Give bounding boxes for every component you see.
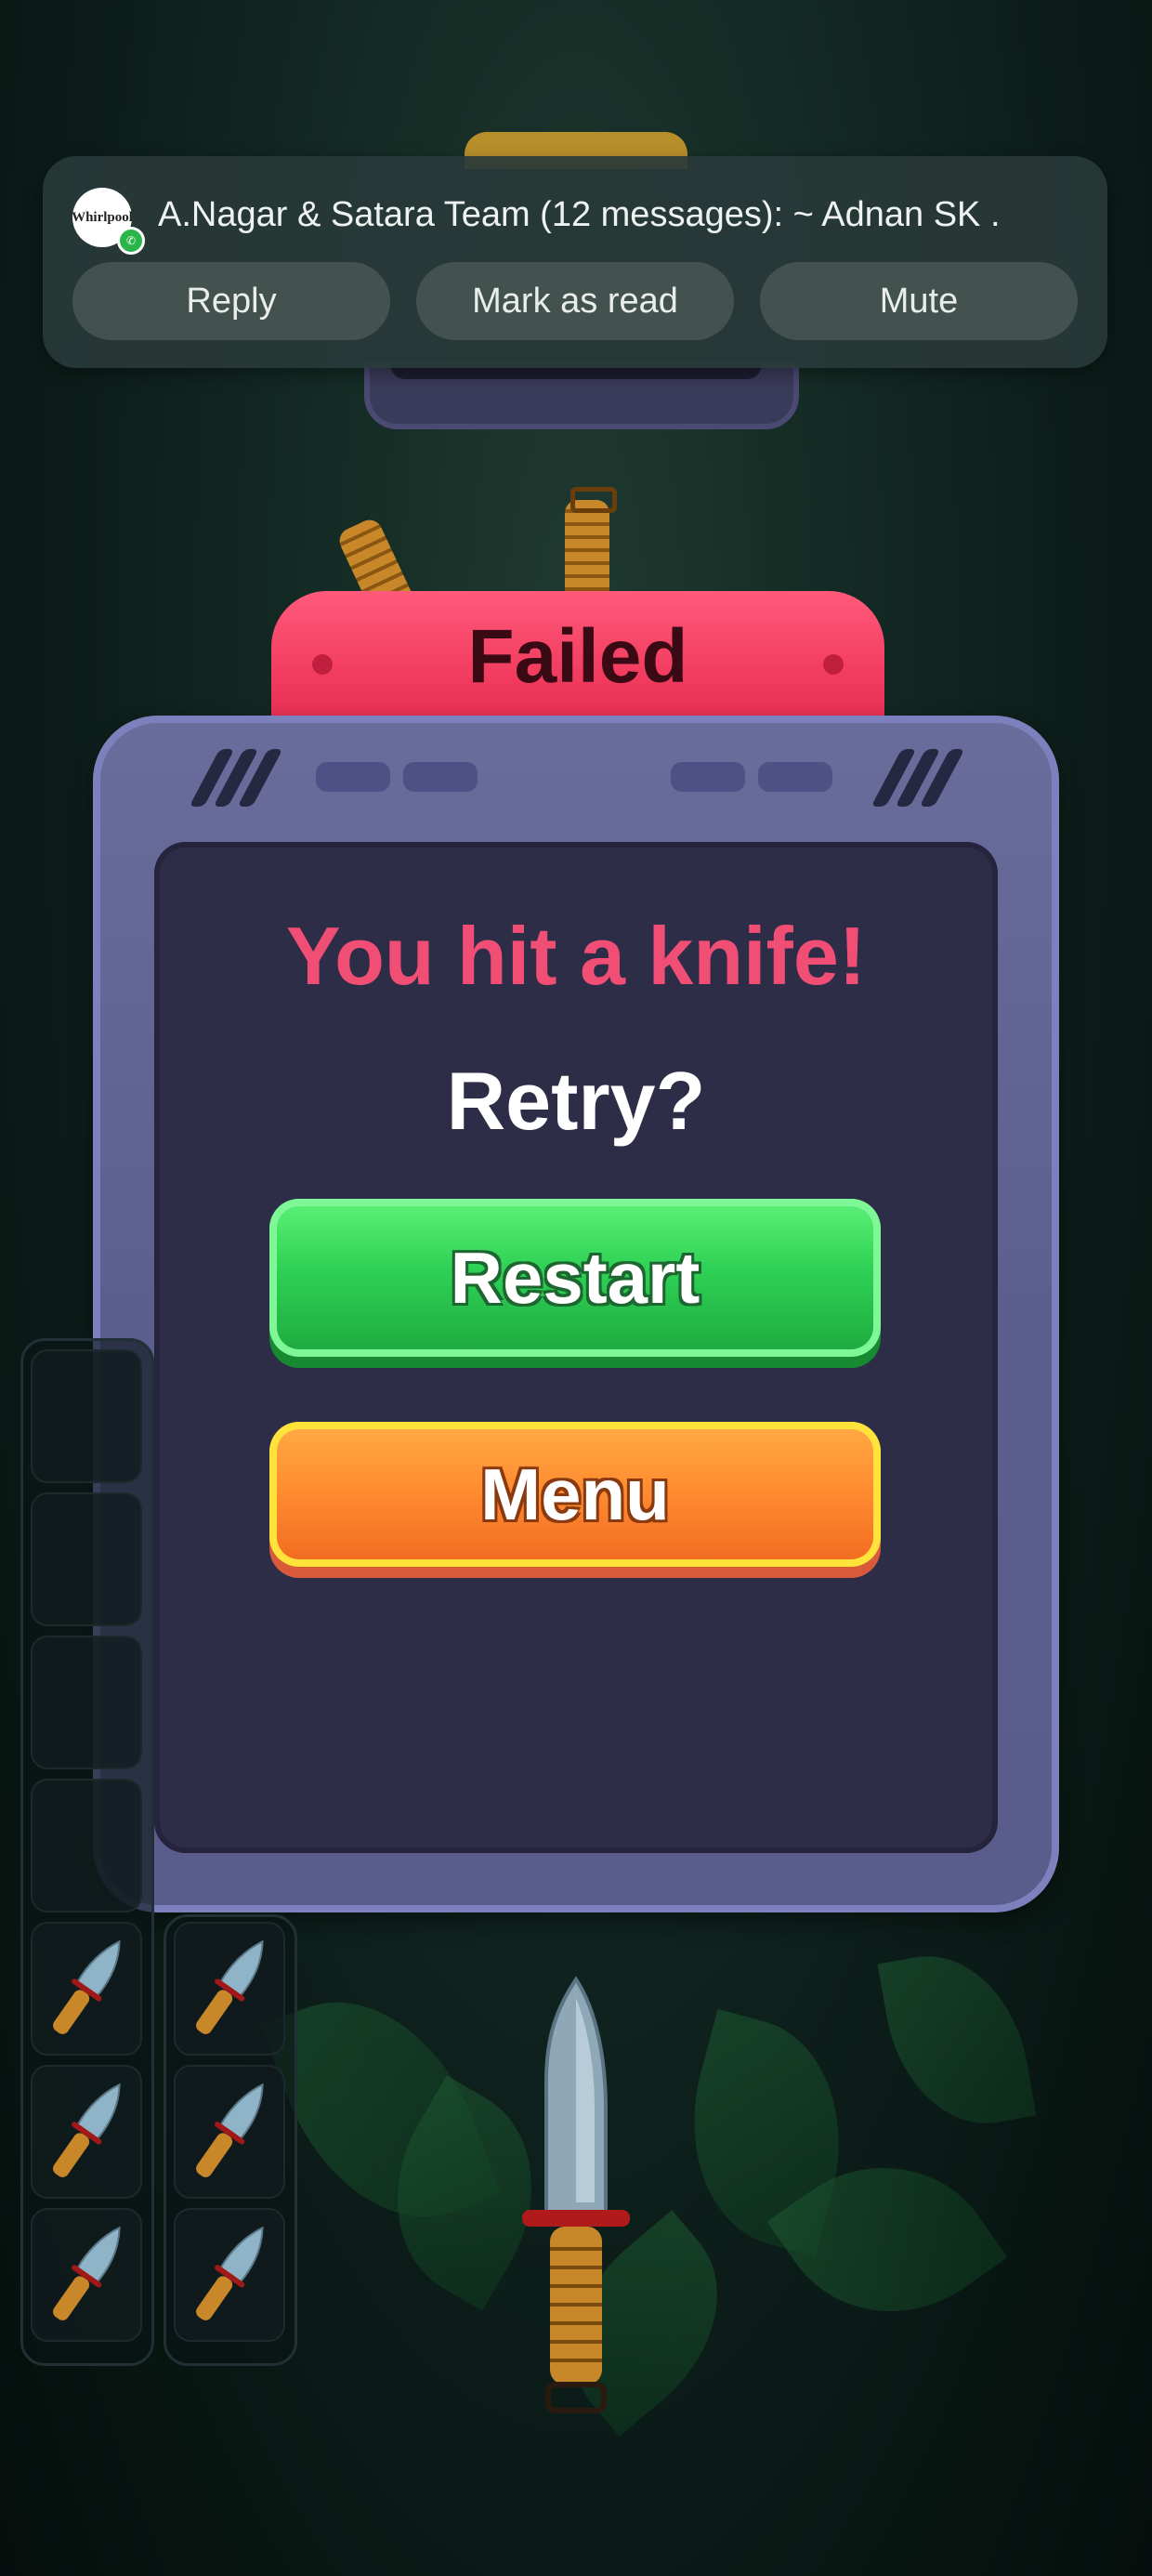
failure-message: You hit a knife!: [285, 910, 867, 1002]
panel-decoration: [316, 762, 390, 792]
avatar-logo-text: Whirlpool: [72, 209, 133, 225]
knife-icon: [33, 2067, 140, 2197]
knife-icon: [33, 2210, 140, 2340]
knife-icon: [176, 2067, 283, 2197]
stuck-knife-cap: [570, 487, 617, 513]
message-notification[interactable]: Whirlpool ✆ A.Nagar & Satara Team (12 me…: [43, 156, 1107, 368]
background-leaf: [877, 1941, 1037, 2138]
whatsapp-icon: ✆: [117, 227, 145, 255]
restart-button[interactable]: Restart: [269, 1199, 881, 1357]
menu-button[interactable]: Menu: [269, 1422, 881, 1567]
knife-icon: [33, 1924, 140, 2054]
knife-icon: [176, 2210, 283, 2340]
stuck-knife-handle: [565, 500, 609, 602]
knife-icon: [176, 1924, 283, 2054]
knife-slot: [174, 2065, 285, 2199]
mark-as-read-button[interactable]: Mark as read: [416, 262, 734, 340]
knife-slot: [31, 1779, 142, 1912]
panel-decoration: [671, 762, 745, 792]
mute-button[interactable]: Mute: [760, 262, 1078, 340]
knife-slot: [174, 2208, 285, 2342]
knife-slot: [31, 1636, 142, 1769]
notification-message: A.Nagar & Satara Team (12 messages): ~ A…: [158, 195, 1001, 234]
knife-slot: [31, 2065, 142, 2199]
knife-slot: [174, 1922, 285, 2056]
knife-slot: [31, 2208, 142, 2342]
panel-decoration: [403, 762, 478, 792]
reply-button[interactable]: Reply: [72, 262, 390, 340]
retry-prompt: Retry?: [446, 1055, 706, 1147]
knife-slot: [31, 1492, 142, 1626]
failed-title: Failed: [467, 614, 688, 699]
knife-slot: [31, 1349, 142, 1483]
knife-slot: [31, 1922, 142, 2056]
panel-decoration: [758, 762, 832, 792]
player-knife: [522, 1976, 630, 2413]
